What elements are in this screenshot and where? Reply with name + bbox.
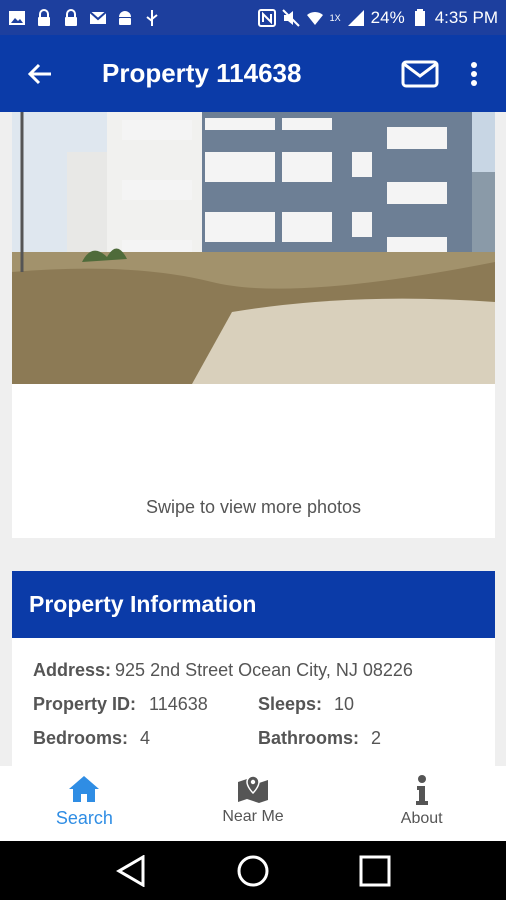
image-icon bbox=[9, 10, 25, 25]
android-icon bbox=[119, 10, 131, 25]
property-id-col: Property ID: 114638 bbox=[33, 694, 258, 715]
property-info-card: Property Information Address: 925 2nd St… bbox=[12, 571, 495, 766]
lock-icon bbox=[38, 8, 50, 26]
status-time: 4:35 PM bbox=[434, 7, 498, 27]
status-bar: 1X 24% 4:35 PM bbox=[0, 0, 506, 35]
bed-bath-row: Bedrooms: 4 Bathrooms: 2 bbox=[33, 728, 495, 749]
mail-icon bbox=[89, 10, 107, 24]
property-id-value: 114638 bbox=[149, 694, 208, 714]
nav-near-me-label: Near Me bbox=[222, 808, 284, 825]
sleeps-col: Sleeps: 10 bbox=[258, 694, 483, 715]
back-button[interactable] bbox=[20, 54, 60, 94]
bedrooms-label: Bedrooms: bbox=[33, 728, 129, 748]
sleeps-value: 10 bbox=[334, 694, 355, 714]
nav-about-label: About bbox=[400, 810, 443, 827]
status-right-icons: 1X 24% 4:35 PM bbox=[257, 7, 498, 28]
circle-home-icon bbox=[237, 855, 269, 886]
bathrooms-value: 2 bbox=[371, 728, 382, 748]
lock-icon bbox=[65, 8, 77, 26]
address-row: Address: 925 2nd Street Ocean City, NJ 0… bbox=[33, 660, 495, 681]
bathrooms-label: Bathrooms: bbox=[258, 728, 360, 748]
usb-icon bbox=[146, 9, 158, 26]
nav-near-me[interactable]: Near Me bbox=[169, 766, 338, 841]
nav-search[interactable]: Search bbox=[0, 766, 169, 841]
property-id-label: Property ID: bbox=[33, 694, 137, 714]
nav-about[interactable]: About bbox=[337, 766, 506, 841]
bathrooms-col: Bathrooms: 2 bbox=[258, 728, 483, 749]
arrow-left-icon bbox=[27, 63, 51, 84]
photo-card: Swipe to view more photos bbox=[12, 112, 495, 538]
more-vertical-icon bbox=[471, 61, 477, 86]
battery-percent: 24% bbox=[370, 7, 405, 27]
system-recents-button[interactable] bbox=[355, 851, 395, 891]
square-recents-icon bbox=[359, 855, 391, 886]
property-info-body: Address: 925 2nd Street Ocean City, NJ 0… bbox=[12, 638, 495, 749]
bedrooms-col: Bedrooms: 4 bbox=[33, 728, 258, 749]
triangle-back-icon bbox=[116, 854, 145, 887]
system-back-button[interactable] bbox=[111, 851, 151, 891]
system-nav-bar bbox=[0, 841, 506, 900]
bottom-nav: Search Near Me About bbox=[0, 766, 506, 841]
map-pin-icon bbox=[238, 775, 268, 803]
info-icon bbox=[415, 775, 428, 805]
more-options-button[interactable] bbox=[454, 54, 494, 94]
app-bar: Property 114638 bbox=[0, 35, 506, 112]
mute-icon bbox=[281, 8, 300, 27]
nav-search-label: Search bbox=[55, 808, 113, 828]
bedrooms-value: 4 bbox=[140, 728, 151, 748]
property-photo[interactable] bbox=[12, 112, 495, 384]
system-home-button[interactable] bbox=[233, 851, 273, 891]
address-label: Address: bbox=[33, 660, 112, 680]
page-title: Property 114638 bbox=[102, 58, 302, 88]
mail-icon bbox=[401, 60, 439, 87]
network-label: 1X bbox=[329, 12, 341, 23]
wifi-icon bbox=[306, 11, 323, 25]
id-sleeps-row: Property ID: 114638 Sleeps: 10 bbox=[33, 694, 495, 715]
swipe-hint: Swipe to view more photos bbox=[145, 497, 362, 517]
sleeps-label: Sleeps: bbox=[258, 694, 323, 714]
property-info-header: Property Information bbox=[12, 571, 495, 638]
home-icon bbox=[69, 776, 100, 802]
address-value: 925 2nd Street Ocean City, NJ 08226 bbox=[115, 660, 413, 680]
status-left-icons bbox=[8, 8, 161, 27]
nfc-icon bbox=[257, 8, 276, 27]
email-button[interactable] bbox=[398, 54, 442, 94]
battery-icon bbox=[414, 8, 425, 26]
signal-icon bbox=[347, 9, 364, 26]
